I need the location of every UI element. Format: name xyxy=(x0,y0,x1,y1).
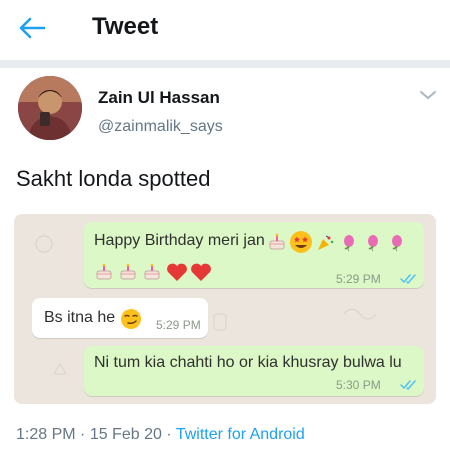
tweet-time: 1:28 PM xyxy=(16,426,76,443)
smirking-face-icon xyxy=(121,309,141,329)
author-handle[interactable]: @zainmalik_says xyxy=(98,118,223,136)
avatar[interactable] xyxy=(18,76,82,140)
tweet-text: Sakht londa spotted xyxy=(16,166,211,191)
chat-screenshot[interactable]: Happy Birthday meri jan 5:29 PM Bs itna … xyxy=(14,214,436,404)
red-heart-icon xyxy=(167,263,187,281)
author-name[interactable]: Zain Ul Hassan xyxy=(98,88,220,108)
message-text: Ni tum kia chahti ho or kia khusray bulw… xyxy=(94,354,402,371)
message-time: 5:29 PM xyxy=(156,318,201,332)
message-text: Happy Birthday meri jan xyxy=(94,232,265,249)
message-time: 5:29 PM xyxy=(336,272,381,286)
chat-message-outgoing[interactable]: Ni tum kia chahti ho or kia khusray bulw… xyxy=(84,346,424,396)
separator: · xyxy=(161,426,176,443)
read-ticks-icon xyxy=(400,380,416,390)
message-text: Bs itna he xyxy=(44,309,116,326)
arrow-left-icon[interactable] xyxy=(16,14,48,42)
star-struck-face-icon xyxy=(290,231,312,253)
balloon-icon xyxy=(344,235,354,252)
tweet-date: 15 Feb 20 xyxy=(89,426,162,443)
birthday-cake-icon xyxy=(269,233,285,250)
chat-message-incoming[interactable]: Bs itna he 5:29 PM xyxy=(32,298,208,338)
page-title: Tweet xyxy=(92,13,159,40)
separator: · xyxy=(75,426,90,443)
tweet-meta: 1:28 PM · 15 Feb 20 · Twitter for Androi… xyxy=(16,426,305,444)
avatar-photo xyxy=(18,76,82,140)
birthday-cake-icon xyxy=(144,263,160,280)
header-divider xyxy=(0,60,450,68)
birthday-cake-icon xyxy=(120,263,136,280)
chevron-down-icon[interactable] xyxy=(418,88,438,102)
message-time: 5:30 PM xyxy=(336,378,381,392)
birthday-cake-icon xyxy=(96,263,112,280)
red-heart-icon xyxy=(191,263,211,281)
chat-message-outgoing[interactable]: Happy Birthday meri jan 5:29 PM xyxy=(84,222,424,288)
read-ticks-icon xyxy=(400,274,416,284)
tweet-source-link[interactable]: Twitter for Android xyxy=(176,426,305,443)
party-popper-icon xyxy=(318,235,334,250)
balloon-icon xyxy=(392,235,402,252)
top-bar: Tweet xyxy=(0,0,450,56)
balloon-icon xyxy=(368,235,378,252)
